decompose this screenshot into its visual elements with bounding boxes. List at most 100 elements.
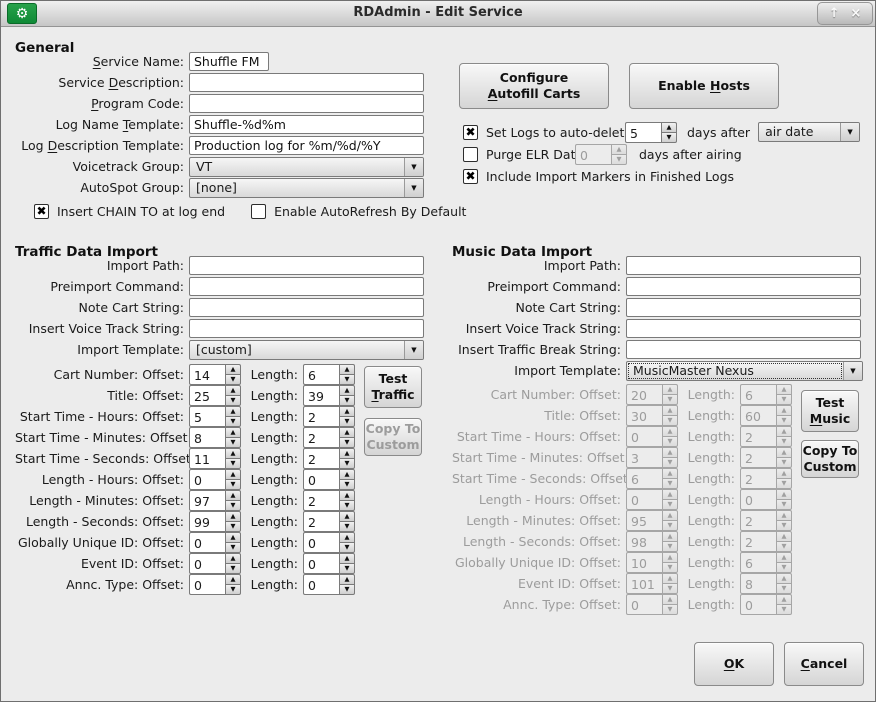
event-id-length-spinbox-up-button[interactable]: ▲ <box>339 553 355 563</box>
insert-chain-to-at-log-end-checkbox[interactable]: ✖ <box>34 204 49 219</box>
auto-delete-event-combobox[interactable]: air date▼ <box>758 122 860 142</box>
event-id-length-spinbox-value[interactable]: 0 <box>303 553 339 574</box>
event-id-offset-spinbox-down-button[interactable]: ▼ <box>225 563 241 574</box>
music-copy-to-custom-button[interactable]: Copy To Custom <box>801 440 859 478</box>
length-hours-length-spinbox-down-button[interactable]: ▼ <box>339 479 355 490</box>
length-seconds-offset-spinbox-up-button[interactable]: ▲ <box>225 511 241 521</box>
annc-type-offset-spinbox-down-button[interactable]: ▼ <box>225 584 241 595</box>
length-seconds-offset-spinbox-down-button[interactable]: ▼ <box>225 521 241 532</box>
globally-unique-id-offset-spinbox-up-button[interactable]: ▲ <box>225 532 241 542</box>
auto-delete-event-combobox-arrow-button[interactable]: ▼ <box>840 123 859 141</box>
auto-delete-days-spinbox-down-button[interactable]: ▼ <box>661 132 677 143</box>
event-id-length-spinbox-down-button[interactable]: ▼ <box>339 563 355 574</box>
start-time-hours-offset-spinbox-value[interactable]: 5 <box>189 406 225 427</box>
start-time-seconds-length-spinbox-value[interactable]: 2 <box>303 448 339 469</box>
length-seconds-length-spinbox-down-button[interactable]: ▼ <box>339 521 355 532</box>
length-hours-offset-spinbox-down-button[interactable]: ▼ <box>225 479 241 490</box>
globally-unique-id-length-spinbox-value[interactable]: 0 <box>303 532 339 553</box>
start-time-minutes-length-spinbox-down-button[interactable]: ▼ <box>339 437 355 448</box>
title-length-spinbox-up-button[interactable]: ▲ <box>339 385 355 395</box>
note-cart-string-input[interactable] <box>189 298 424 317</box>
service-name-input[interactable] <box>189 52 269 71</box>
globally-unique-id-offset-spinbox-value[interactable]: 0 <box>189 532 225 553</box>
cart-number-length-spinbox-value[interactable]: 6 <box>303 364 339 385</box>
cart-number-offset-spinbox-up-button[interactable]: ▲ <box>225 364 241 374</box>
globally-unique-id-length-spinbox-down-button[interactable]: ▼ <box>339 542 355 553</box>
length-seconds-offset-spinbox-value[interactable]: 99 <box>189 511 225 532</box>
enable-autorefresh-by-default-checkbox[interactable] <box>251 204 266 219</box>
import-path-input[interactable] <box>189 256 424 275</box>
voicetrack-group-combobox[interactable]: VT▼ <box>189 157 424 177</box>
start-time-hours-length-spinbox-down-button[interactable]: ▼ <box>339 416 355 427</box>
autospot-group-combobox[interactable]: [none]▼ <box>189 178 424 198</box>
cart-number-offset-spinbox-down-button[interactable]: ▼ <box>225 374 241 385</box>
music-import-template-combobox-arrow-button[interactable]: ▼ <box>843 362 862 380</box>
length-minutes-length-spinbox-down-button[interactable]: ▼ <box>339 500 355 511</box>
close-window-icon[interactable]: × <box>850 7 861 20</box>
cart-number-length-spinbox-up-button[interactable]: ▲ <box>339 364 355 374</box>
title-offset-spinbox-value[interactable]: 25 <box>189 385 225 406</box>
import-path-input[interactable] <box>626 256 861 275</box>
traffic-import-template-combobox[interactable]: [custom]▼ <box>189 340 424 360</box>
ok-button[interactable]: OK <box>694 642 774 686</box>
length-hours-length-spinbox-up-button[interactable]: ▲ <box>339 469 355 479</box>
log-description-template-input[interactable] <box>189 136 424 155</box>
start-time-minutes-length-spinbox-up-button[interactable]: ▲ <box>339 427 355 437</box>
title-length-spinbox-value[interactable]: 39 <box>303 385 339 406</box>
shade-window-icon[interactable]: ↑ <box>829 7 840 20</box>
start-time-hours-length-spinbox-up-button[interactable]: ▲ <box>339 406 355 416</box>
length-minutes-offset-spinbox-value[interactable]: 97 <box>189 490 225 511</box>
log-name-template-input[interactable] <box>189 115 424 134</box>
cancel-button[interactable]: Cancel <box>784 642 864 686</box>
length-minutes-length-spinbox-up-button[interactable]: ▲ <box>339 490 355 500</box>
test-music-button[interactable]: Test Music <box>801 390 859 432</box>
start-time-seconds-offset-spinbox-up-button[interactable]: ▲ <box>225 448 241 458</box>
start-time-hours-length-spinbox-value[interactable]: 2 <box>303 406 339 427</box>
title-offset-spinbox-down-button[interactable]: ▼ <box>225 395 241 406</box>
start-time-minutes-offset-spinbox-up-button[interactable]: ▲ <box>225 427 241 437</box>
autospot-group-combobox-arrow-button[interactable]: ▼ <box>404 179 423 197</box>
configure-autofill-carts-button[interactable]: Configure Autofill Carts <box>459 63 609 109</box>
voicetrack-group-combobox-arrow-button[interactable]: ▼ <box>404 158 423 176</box>
set-logs-auto-delete-checkbox[interactable]: ✖ <box>463 125 478 140</box>
annc-type-length-spinbox-down-button[interactable]: ▼ <box>339 584 355 595</box>
length-seconds-length-spinbox-value[interactable]: 2 <box>303 511 339 532</box>
start-time-minutes-length-spinbox-value[interactable]: 2 <box>303 427 339 448</box>
enable-hosts-button[interactable]: Enable Hosts <box>629 63 779 109</box>
insert-voice-track-string-input[interactable] <box>626 319 861 338</box>
globally-unique-id-offset-spinbox-down-button[interactable]: ▼ <box>225 542 241 553</box>
annc-type-length-spinbox-up-button[interactable]: ▲ <box>339 574 355 584</box>
globally-unique-id-length-spinbox-up-button[interactable]: ▲ <box>339 532 355 542</box>
length-hours-offset-spinbox-value[interactable]: 0 <box>189 469 225 490</box>
titlebar[interactable]: ⚙ RDAdmin - Edit Service ↑ × <box>1 1 875 27</box>
cart-number-length-spinbox-down-button[interactable]: ▼ <box>339 374 355 385</box>
insert-traffic-break-string-input[interactable] <box>626 340 861 359</box>
title-offset-spinbox-up-button[interactable]: ▲ <box>225 385 241 395</box>
annc-type-length-spinbox-value[interactable]: 0 <box>303 574 339 595</box>
note-cart-string-input[interactable] <box>626 298 861 317</box>
cart-number-offset-spinbox-value[interactable]: 14 <box>189 364 225 385</box>
music-import-template-combobox[interactable]: MusicMaster Nexus▼ <box>626 361 863 381</box>
length-minutes-offset-spinbox-up-button[interactable]: ▲ <box>225 490 241 500</box>
auto-delete-days-spinbox-up-button[interactable]: ▲ <box>661 122 677 132</box>
purge-elr-data-checkbox[interactable] <box>463 147 478 162</box>
start-time-hours-offset-spinbox-up-button[interactable]: ▲ <box>225 406 241 416</box>
length-minutes-length-spinbox-value[interactable]: 2 <box>303 490 339 511</box>
start-time-seconds-length-spinbox-down-button[interactable]: ▼ <box>339 458 355 469</box>
length-hours-length-spinbox-value[interactable]: 0 <box>303 469 339 490</box>
annc-type-offset-spinbox-up-button[interactable]: ▲ <box>225 574 241 584</box>
event-id-offset-spinbox-up-button[interactable]: ▲ <box>225 553 241 563</box>
auto-delete-days-spinbox-value[interactable]: 5 <box>625 122 661 143</box>
preimport-command-input[interactable] <box>189 277 424 296</box>
start-time-hours-offset-spinbox-down-button[interactable]: ▼ <box>225 416 241 427</box>
length-hours-offset-spinbox-up-button[interactable]: ▲ <box>225 469 241 479</box>
program-code-input[interactable] <box>189 94 424 113</box>
start-time-seconds-offset-spinbox-value[interactable]: 11 <box>189 448 225 469</box>
start-time-seconds-offset-spinbox-down-button[interactable]: ▼ <box>225 458 241 469</box>
preimport-command-input[interactable] <box>626 277 861 296</box>
start-time-seconds-length-spinbox-up-button[interactable]: ▲ <box>339 448 355 458</box>
length-seconds-length-spinbox-up-button[interactable]: ▲ <box>339 511 355 521</box>
start-time-minutes-offset-spinbox-value[interactable]: 8 <box>189 427 225 448</box>
traffic-import-template-combobox-arrow-button[interactable]: ▼ <box>404 341 423 359</box>
length-minutes-offset-spinbox-down-button[interactable]: ▼ <box>225 500 241 511</box>
